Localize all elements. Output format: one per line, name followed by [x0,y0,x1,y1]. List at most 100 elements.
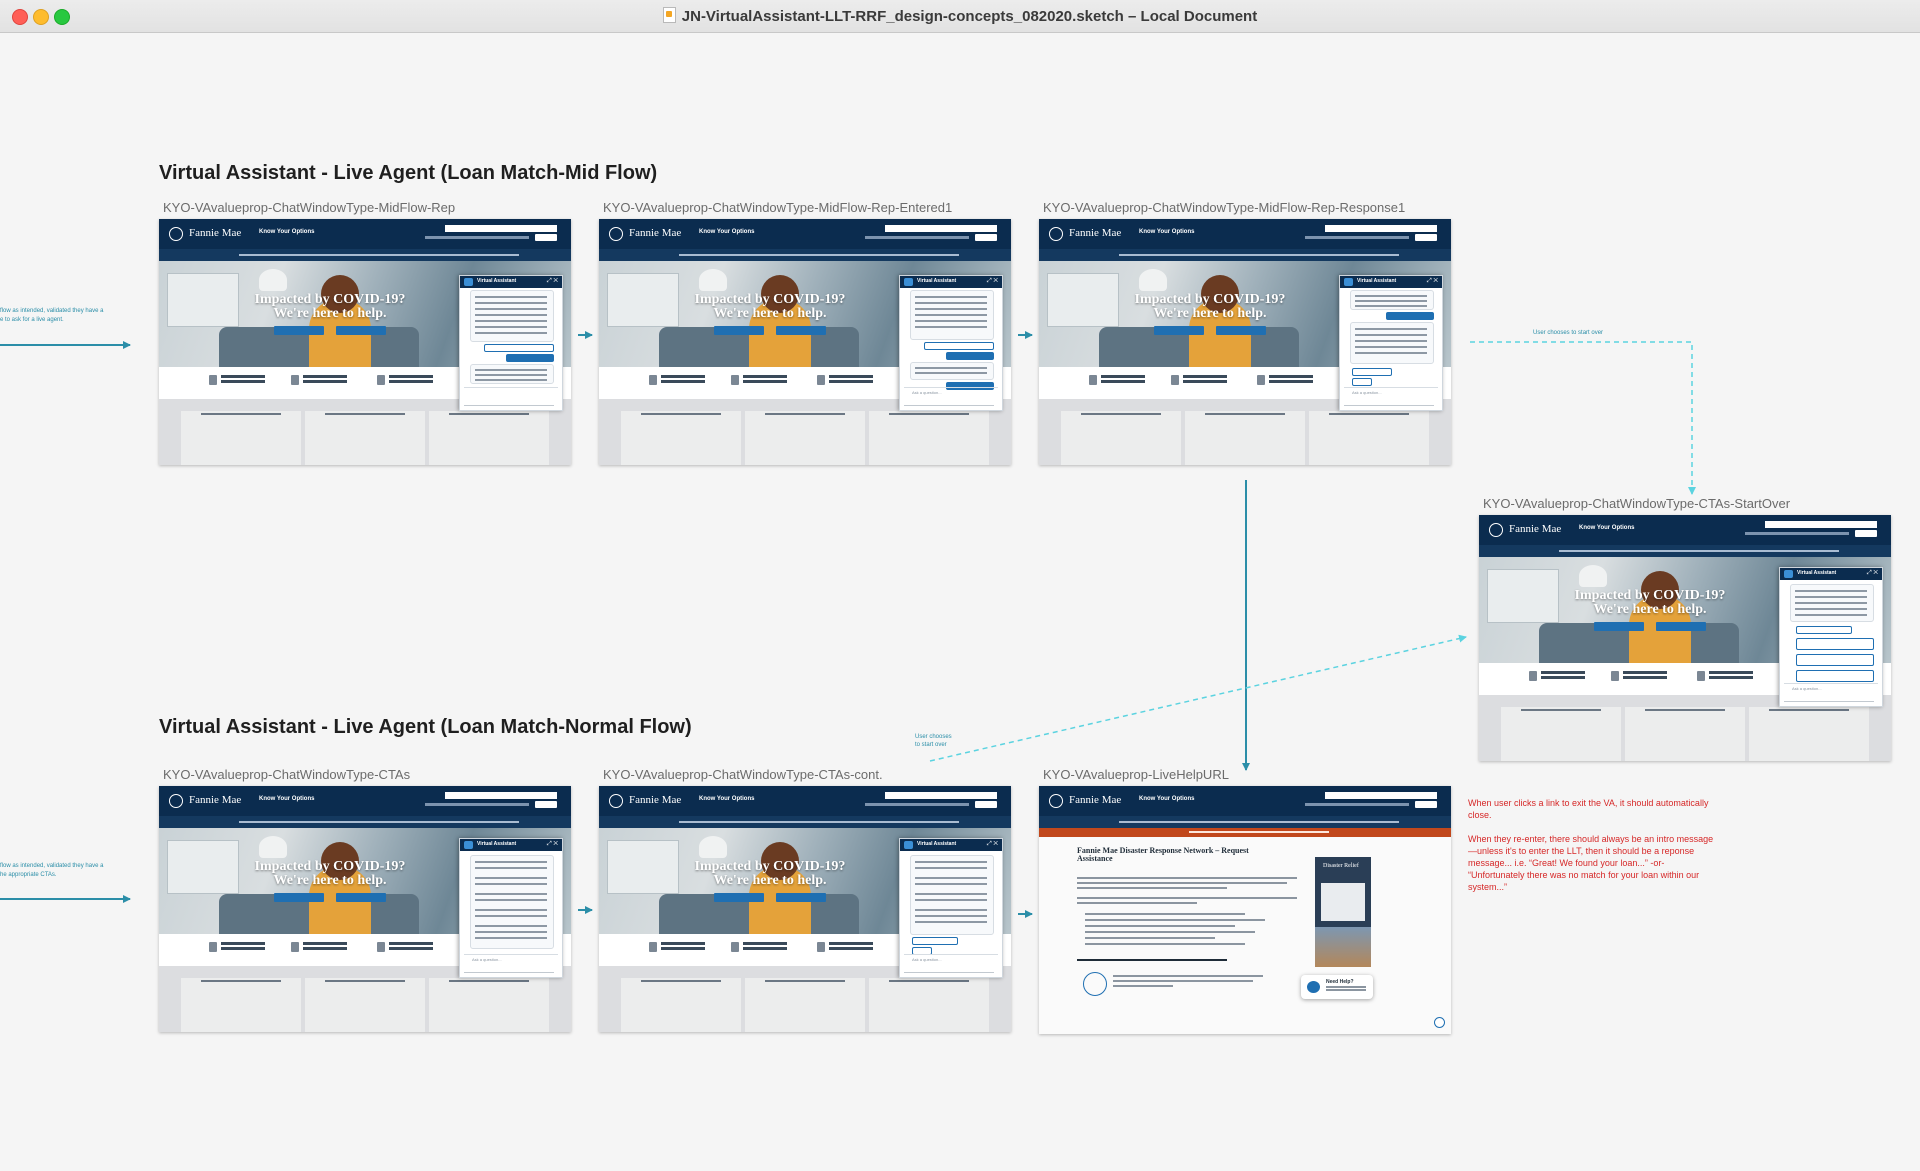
header-button[interactable] [1415,801,1437,808]
header-utility-links[interactable] [1305,236,1409,239]
nav-items[interactable] [1559,550,1839,552]
artboard-label-midflow-rep-response1[interactable]: KYO-VAvalueprop-ChatWindowType-MidFlow-R… [1043,200,1405,215]
chat-cta-button[interactable] [484,344,554,352]
artboard-ctas-startover[interactable]: Fannie Mae Know Your Options Impacted by… [1479,515,1891,761]
artboard-label-midflow-rep-entered1[interactable]: KYO-VAvalueprop-ChatWindowType-MidFlow-R… [603,200,952,215]
site-nav[interactable] [599,816,1011,828]
header-utility-links[interactable] [865,236,969,239]
virtual-assistant-chat-window[interactable]: Virtual Assistant ⤢ ✕ Ask a question... [459,838,563,978]
chat-input[interactable]: Ask a question... [464,954,558,965]
nav-items[interactable] [239,254,519,256]
help-renters-button[interactable] [1216,326,1266,335]
nav-items[interactable] [679,821,959,823]
fannie-mae-logo-icon [169,227,183,241]
help-homeowners-button[interactable] [1594,622,1644,631]
artboard-midflow-rep-entered1[interactable]: Fannie Mae Know Your Options Impacted by… [599,219,1011,465]
virtual-assistant-chat-window[interactable]: Virtual Assistant ⤢ ✕ Ask a question... [899,275,1003,411]
text-line [915,302,987,304]
artboard-midflow-rep-response1[interactable]: Fannie Mae Know Your Options Impacted by… [1039,219,1451,465]
expand-close-icon[interactable]: ⤢ ✕ [1427,278,1438,285]
help-homeowners-button[interactable] [1154,326,1204,335]
chat-cta-button[interactable] [506,354,554,362]
need-help-widget[interactable]: Need Help? [1301,975,1373,999]
card-title [201,413,281,415]
artboard-midflow-rep[interactable]: Fannie Mae Know Your Options Impacted by… [159,219,571,465]
artboard-label-midflow-rep[interactable]: KYO-VAvalueprop-ChatWindowType-MidFlow-R… [163,200,455,215]
help-homeowners-button[interactable] [274,893,324,902]
header-button[interactable] [535,801,557,808]
nav-items[interactable] [679,254,959,256]
header-button[interactable] [535,234,557,241]
expand-close-icon[interactable]: ⤢ ✕ [547,841,558,848]
header-button[interactable] [1855,530,1877,537]
find-out-fannie-mae-owns-loan-chip[interactable] [1796,638,1874,650]
chat-with-loan-agent-link[interactable] [912,937,958,945]
header-search-input[interactable] [1325,225,1437,232]
chat-input[interactable] [464,387,558,398]
header-button[interactable] [975,234,997,241]
header-utility-links[interactable] [865,803,969,806]
header-utility-links[interactable] [425,803,529,806]
delinquent-mortgage-chip[interactable] [1796,670,1874,682]
header-search-input[interactable] [1325,792,1437,799]
expand-close-icon[interactable]: ⤢ ✕ [1867,570,1878,577]
header-search-input[interactable] [885,225,997,232]
nav-items[interactable] [1119,254,1399,256]
header-search-input[interactable] [445,225,557,232]
artboard-ctas-cont[interactable]: Fannie Mae Know Your Options Impacted by… [599,786,1011,1032]
who-is-fannie-mae-chip[interactable] [1796,626,1852,634]
chat-input[interactable]: Ask a question... [1784,683,1878,694]
header-utility-links[interactable] [1745,532,1849,535]
site-nav[interactable] [599,249,1011,261]
help-renters-button[interactable] [336,326,386,335]
artboard-label-ctas[interactable]: KYO-VAvalueprop-ChatWindowType-CTAs [163,767,410,782]
chat-cta-button[interactable] [946,352,994,360]
site-nav[interactable] [159,816,571,828]
nav-items[interactable] [1119,821,1399,823]
site-nav[interactable] [159,249,571,261]
chat-launcher-icon[interactable] [1434,1017,1445,1028]
artboard-label-ctas-cont[interactable]: KYO-VAvalueprop-ChatWindowType-CTAs-cont… [603,767,883,782]
chat-input[interactable]: Ask a question... [904,387,998,398]
representative-chip[interactable] [1386,312,1434,320]
virtual-assistant-chat-window[interactable]: Virtual Assistant ⤢ ✕ [459,275,563,411]
virtual-assistant-chat-window[interactable]: Virtual Assistant ⤢ ✕ Ask a question... [899,838,1003,978]
site-nav[interactable] [1039,816,1451,828]
affordable-mortgage-options-chip[interactable] [1796,654,1874,666]
chat-with-loan-agent-link[interactable] [1352,368,1392,376]
chat-input[interactable]: Ask a question... [904,954,998,965]
help-renters-button[interactable] [776,326,826,335]
expand-close-icon[interactable]: ⤢ ✕ [987,841,998,848]
chat-cta-button[interactable] [924,342,994,350]
help-renters-button[interactable] [1656,622,1706,631]
header-search-input[interactable] [885,792,997,799]
header-button[interactable] [1415,234,1437,241]
help-homeowners-button[interactable] [714,893,764,902]
artboard-label-ctas-startover[interactable]: KYO-VAvalueprop-ChatWindowType-CTAs-Star… [1483,496,1790,511]
artboard-livehelpurl[interactable]: Fannie Mae Know Your Options Fannie Mae … [1039,786,1451,1034]
header-button[interactable] [975,801,997,808]
help-renters-button[interactable] [336,893,386,902]
virtual-assistant-chat-window[interactable]: Virtual Assistant ⤢ ✕ Ask a question... [1779,567,1883,707]
strip-text [661,375,705,378]
site-nav[interactable] [1479,545,1891,557]
virtual-assistant-chat-window[interactable]: Virtual Assistant ⤢ ✕ Ask a question... [1339,275,1443,411]
calculator-icon [1171,375,1179,385]
artboard-label-livehelpurl[interactable]: KYO-VAvalueprop-LiveHelpURL [1043,767,1229,782]
header-search-input[interactable] [445,792,557,799]
artboard-ctas[interactable]: Fannie Mae Know Your Options Impacted by… [159,786,571,1032]
expand-close-icon[interactable]: ⤢ ✕ [987,278,998,285]
help-homeowners-button[interactable] [274,326,324,335]
header-utility-links[interactable] [1305,803,1409,806]
help-renters-button[interactable] [776,893,826,902]
chat-input[interactable]: Ask a question... [1344,387,1438,398]
nav-items[interactable] [239,821,519,823]
start-over-link[interactable] [1352,378,1372,386]
covid-alert-bar[interactable] [1039,828,1451,837]
header-search-input[interactable] [1765,521,1877,528]
recovering-card[interactable] [1321,883,1365,921]
site-nav[interactable] [1039,249,1451,261]
header-utility-links[interactable] [425,236,529,239]
expand-close-icon[interactable]: ⤢ ✕ [547,278,558,285]
help-homeowners-button[interactable] [714,326,764,335]
